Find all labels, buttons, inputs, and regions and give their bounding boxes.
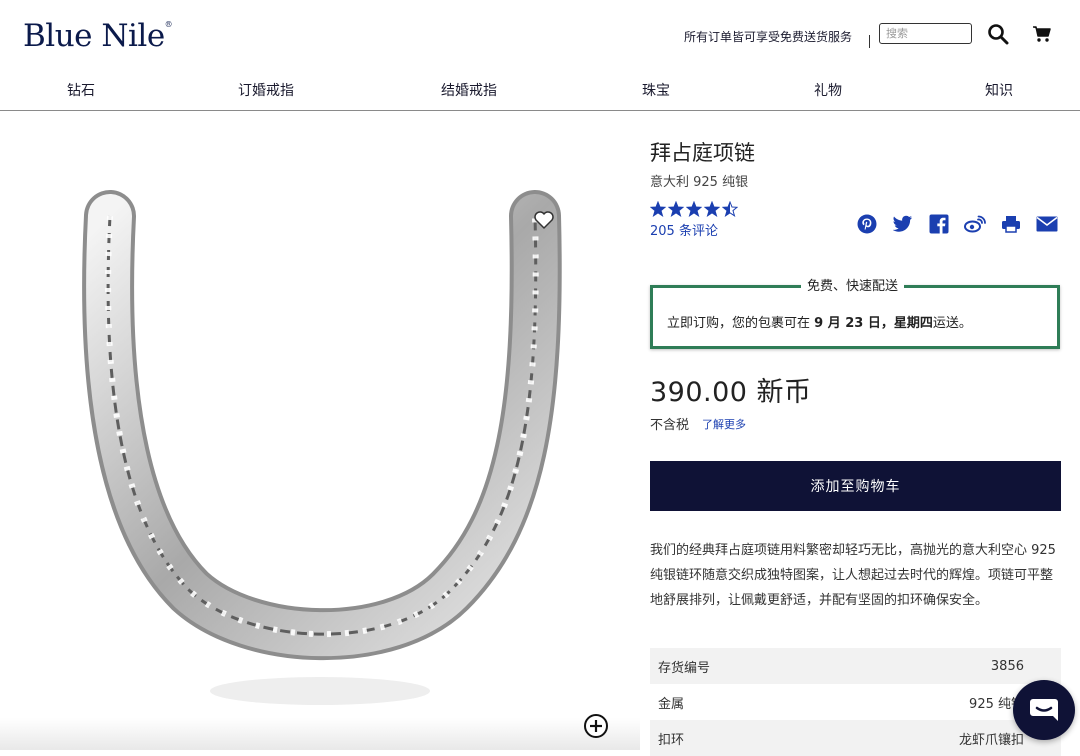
star-icon xyxy=(685,200,703,221)
add-to-cart-button[interactable]: 添加至购物车 xyxy=(650,461,1061,511)
search-input[interactable] xyxy=(879,23,972,44)
star-icon xyxy=(667,200,685,221)
favorite-heart-icon[interactable] xyxy=(532,208,556,232)
nav-item-diamonds[interactable]: 钻石 xyxy=(67,80,95,100)
header-divider xyxy=(869,35,870,48)
star-icon xyxy=(649,200,667,221)
spec-label-metal: 金属 xyxy=(658,696,685,712)
chat-icon[interactable] xyxy=(1013,680,1075,740)
reviews-link[interactable]: 205 条评论 xyxy=(650,220,718,239)
weibo-icon[interactable] xyxy=(964,213,986,235)
tax-note: 不含税 xyxy=(650,418,690,433)
share-icons xyxy=(856,213,1058,235)
image-bottom-shadow xyxy=(0,718,640,750)
nav-item-wedding-rings[interactable]: 结婚戒指 xyxy=(441,80,497,100)
spec-row: 扣环 龙虾爪镶扣 xyxy=(650,720,1061,756)
nav-item-jewelry[interactable]: 珠宝 xyxy=(642,80,670,100)
nav-item-engagement-rings[interactable]: 订婚戒指 xyxy=(238,80,294,100)
delivery-weekday: 星期四 xyxy=(893,316,933,331)
spec-label-stock-number: 存货编号 xyxy=(658,660,711,676)
product-specs-table: 存货编号 3856 金属 925 纯银 扣环 龙虾爪镶扣 xyxy=(650,648,1061,756)
star-icon xyxy=(721,200,739,221)
search-icon[interactable] xyxy=(985,21,1011,47)
main-nav: 钻石 订婚戒指 结婚戒指 珠宝 礼物 知识 xyxy=(0,70,1080,111)
product-description: 我们的经典拜占庭项链用料繁密却轻巧无比，高抛光的意大利空心 925 纯银链环随意… xyxy=(650,543,1056,608)
spec-row: 存货编号 3856 xyxy=(650,648,1061,684)
product-image-necklace[interactable] xyxy=(0,111,620,750)
facebook-icon[interactable] xyxy=(928,213,950,235)
blue-nile-logo[interactable]: Blue Nile® xyxy=(23,18,173,54)
spec-row: 金属 925 纯银 xyxy=(650,684,1061,720)
zoom-in-icon[interactable] xyxy=(583,713,609,739)
print-icon[interactable] xyxy=(1000,213,1022,235)
delivery-date: 9 月 23 日 xyxy=(814,316,881,331)
spec-value-stock-number: 3856 xyxy=(990,658,1024,674)
twitter-icon[interactable] xyxy=(892,213,914,235)
free-shipping-note: 所有订单皆可享受免费送货服务 xyxy=(684,30,853,44)
star-icon xyxy=(703,200,721,221)
spec-label-clasp: 扣环 xyxy=(658,732,685,748)
product-subtitle: 意大利 925 纯银 xyxy=(650,175,749,190)
learn-more-link[interactable]: 了解更多 xyxy=(702,416,746,432)
rating-stars[interactable] xyxy=(649,200,739,221)
cart-icon[interactable] xyxy=(1030,22,1054,46)
email-icon[interactable] xyxy=(1036,213,1058,235)
pinterest-icon[interactable] xyxy=(856,213,878,235)
delivery-legend: 免费、快速配送 xyxy=(801,275,905,294)
product-title: 拜占庭项链 xyxy=(650,141,755,165)
product-price: 390.00 新币 xyxy=(650,377,812,408)
nav-item-education[interactable]: 知识 xyxy=(985,80,1013,100)
delivery-text: 立即订购，您的包裹可在 9 月 23 日，星期四运送。 xyxy=(667,316,972,331)
nav-item-gifts[interactable]: 礼物 xyxy=(814,80,842,100)
